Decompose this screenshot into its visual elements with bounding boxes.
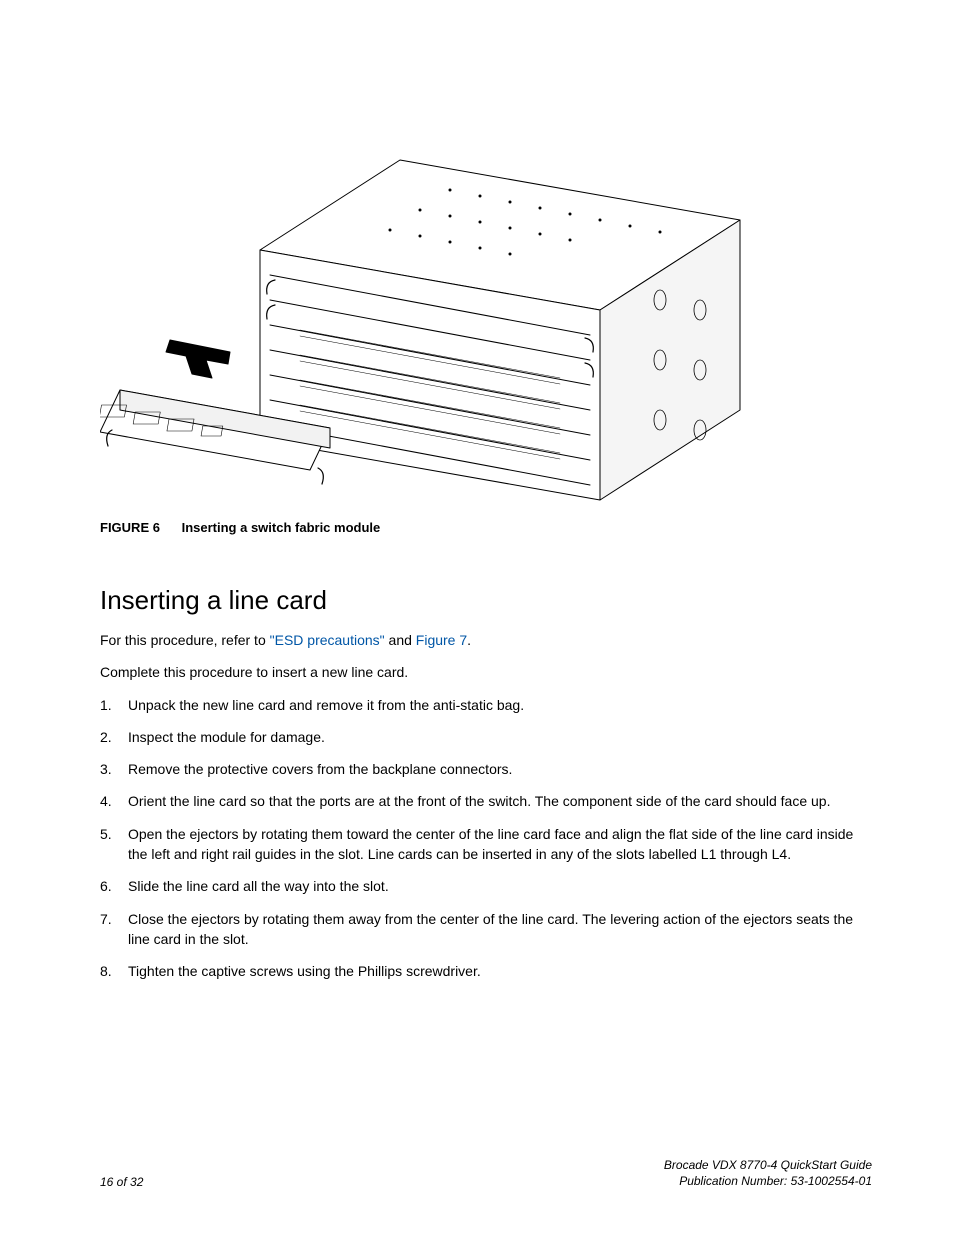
footer-pub-number: Publication Number: 53-1002554-01 [664, 1173, 872, 1189]
lead-paragraph: Complete this procedure to insert a new … [100, 662, 872, 682]
figure-label: FIGURE 6 [100, 520, 160, 535]
switch-module-illustration [100, 130, 780, 510]
procedure-steps: Unpack the new line card and remove it f… [100, 695, 872, 982]
intro-text-suffix: . [467, 632, 471, 648]
figure-title: Inserting a switch fabric module [182, 520, 381, 535]
list-item: Open the ejectors by rotating them towar… [100, 824, 872, 865]
list-item: Remove the protective covers from the ba… [100, 759, 872, 779]
intro-text-prefix: For this procedure, refer to [100, 632, 270, 648]
link-figure-7[interactable]: Figure 7 [416, 632, 467, 648]
footer-page-number: 16 of 32 [100, 1175, 143, 1189]
section-heading: Inserting a line card [100, 585, 872, 616]
figure-image [100, 130, 780, 510]
list-item: Inspect the module for damage. [100, 727, 872, 747]
intro-paragraph: For this procedure, refer to "ESD precau… [100, 630, 872, 650]
footer-doc-title: Brocade VDX 8770-4 QuickStart Guide [664, 1157, 872, 1173]
page-footer: 16 of 32 Brocade VDX 8770-4 QuickStart G… [100, 1157, 872, 1189]
list-item: Close the ejectors by rotating them away… [100, 909, 872, 950]
list-item: Orient the line card so that the ports a… [100, 791, 872, 811]
list-item: Slide the line card all the way into the… [100, 876, 872, 896]
figure-caption: FIGURE 6 Inserting a switch fabric modul… [100, 520, 872, 535]
list-item: Tighten the captive screws using the Phi… [100, 961, 872, 981]
intro-text-mid: and [385, 632, 416, 648]
list-item: Unpack the new line card and remove it f… [100, 695, 872, 715]
link-esd-precautions[interactable]: "ESD precautions" [270, 632, 385, 648]
